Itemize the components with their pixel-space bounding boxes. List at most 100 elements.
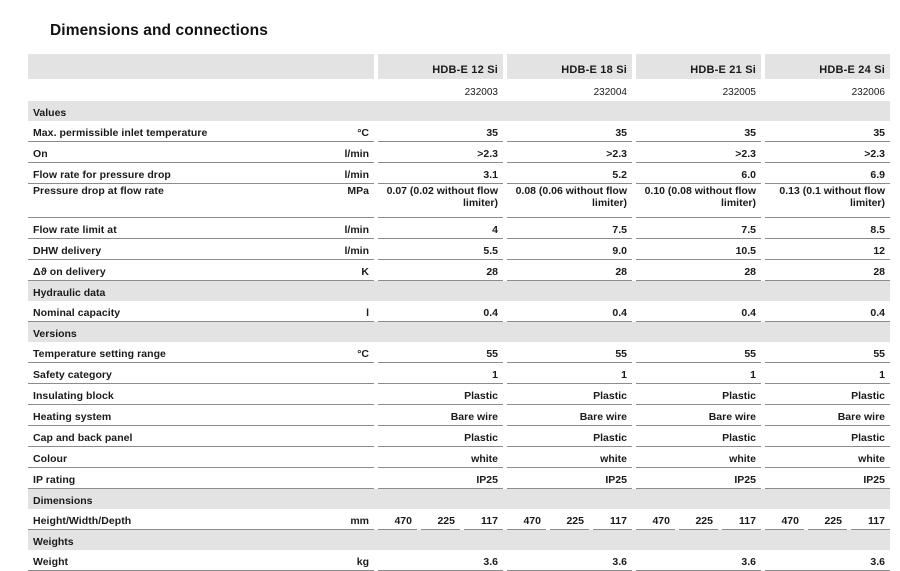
- table-header: HDB-E 12 Si HDB-E 18 Si HDB-E 21 Si HDB-…: [28, 54, 890, 101]
- value-cell-0: Bare wire: [378, 404, 503, 426]
- value-cell-2: 1: [636, 362, 761, 384]
- value-cell-0: IP25: [378, 467, 503, 489]
- row-label: Heating system: [28, 404, 328, 426]
- section-title: Values: [28, 101, 890, 121]
- value-cell-3: Bare wire: [765, 404, 890, 426]
- section-title: Dimensions: [28, 488, 890, 509]
- product-header-0: HDB-E 12 Si: [378, 54, 503, 79]
- value-cell-2: Plastic: [636, 383, 761, 405]
- value-cell-dimensions-1: 470 225 117: [507, 509, 632, 530]
- value-cell-1: 9.0: [507, 238, 632, 260]
- section-header-weights: Weights: [28, 529, 890, 550]
- row-unit: [328, 467, 374, 489]
- value-cell-2: 7.5: [636, 217, 761, 239]
- value-cell-0: 28: [378, 259, 503, 281]
- specifications-table: HDB-E 12 Si HDB-E 18 Si HDB-E 21 Si HDB-…: [28, 54, 890, 571]
- value-cell-1: 35: [507, 121, 632, 142]
- value-cell-0: 3.1: [378, 162, 503, 184]
- table-row-nominal-capacity: Nominal capacity l 0.4 0.4 0.4 0.4: [28, 301, 890, 322]
- section-header-versions: Versions: [28, 321, 890, 342]
- product-code-1: 232004: [507, 79, 632, 101]
- product-header-2: HDB-E 21 Si: [636, 54, 761, 79]
- value-cell-0: white: [378, 446, 503, 468]
- product-code-2: 232005: [636, 79, 761, 101]
- value-cell-3: 35: [765, 121, 890, 142]
- value-cell-0: 3.6: [378, 550, 503, 571]
- spec-sheet-page: Dimensions and connections HDB-E 12 Si H…: [0, 0, 900, 571]
- table-row-weight: Weight kg 3.6 3.6 3.6 3.6: [28, 550, 890, 571]
- value-cell-2: Bare wire: [636, 404, 761, 426]
- row-label: Pressure drop at flow rate: [28, 183, 328, 218]
- value-cell-0: 5.5: [378, 238, 503, 260]
- row-unit: [328, 404, 374, 426]
- value-cell-3: 55: [765, 342, 890, 363]
- page-title: Dimensions and connections: [50, 22, 268, 39]
- row-label: On: [28, 141, 328, 163]
- row-label: Max. permissible inlet temperature: [28, 121, 328, 142]
- value-cell-3: 0.4: [765, 301, 890, 322]
- value-cell-0: 55: [378, 342, 503, 363]
- value-cell-1: 0.08 (0.06 without flow limiter): [507, 183, 632, 218]
- table-row-max-permissible-inlet-temperature: Max. permissible inlet temperature °C 35 35…: [28, 121, 890, 142]
- code-label-spacer: [28, 79, 328, 101]
- row-label: Flow rate limit at: [28, 217, 328, 239]
- table-row-cap-and-back-panel: Cap and back panel Plastic Plastic Plastic P…: [28, 425, 890, 447]
- value-cell-0: 4: [378, 217, 503, 239]
- value-cell-1: 3.6: [507, 550, 632, 571]
- value-cell-3: 1: [765, 362, 890, 384]
- row-label: DHW delivery: [28, 238, 328, 260]
- value-cell-1: >2.3: [507, 141, 632, 163]
- row-label: IP rating: [28, 467, 328, 489]
- row-unit: l/min: [328, 217, 374, 239]
- row-unit: l/min: [328, 141, 374, 163]
- table-row-flow-rate-for-pressure-drop: Flow rate for pressure drop l/min 3.1 5.2 6.…: [28, 162, 890, 184]
- table-row-colour: Colour white white white white: [28, 446, 890, 468]
- value-cell-3: 3.6: [765, 550, 890, 571]
- value-cell-0: >2.3: [378, 141, 503, 163]
- value-cell-1: Plastic: [507, 383, 632, 405]
- row-label: Height/Width/Depth: [28, 509, 328, 530]
- value-cell-0: 35: [378, 121, 503, 142]
- product-code-0: 232003: [378, 79, 503, 101]
- value-cell-1: Bare wire: [507, 404, 632, 426]
- header-label-spacer: [28, 54, 328, 79]
- value-cell-1: 1: [507, 362, 632, 384]
- row-label: Weight: [28, 550, 328, 571]
- section-header-dimensions: Dimensions: [28, 488, 890, 509]
- value-cell-1: Plastic: [507, 425, 632, 447]
- table-row-dhw-delivery: DHW delivery l/min 5.5 9.0 10.5 12: [28, 238, 890, 260]
- value-cell-2: 6.0: [636, 162, 761, 184]
- value-cell-dimensions-3: 470 225 117: [765, 509, 890, 530]
- table-row-pressure-drop-at-flow-rate: Pressure drop at flow rate MPa 0.07 (0.02 …: [28, 183, 890, 218]
- table-row-temperature-setting-range: Temperature setting range °C 55 55 55 55: [28, 342, 890, 363]
- value-cell-2: white: [636, 446, 761, 468]
- value-cell-2: IP25: [636, 467, 761, 489]
- row-unit: °C: [328, 342, 374, 363]
- row-label: Flow rate for pressure drop: [28, 162, 328, 184]
- value-cell-0: Plastic: [378, 383, 503, 405]
- section-header-hydraulic-data: Hydraulic data: [28, 280, 890, 301]
- row-label: Temperature setting range: [28, 342, 328, 363]
- product-header-1: HDB-E 18 Si: [507, 54, 632, 79]
- section-header-values: Values: [28, 101, 890, 121]
- value-cell-3: white: [765, 446, 890, 468]
- value-cell-2: Plastic: [636, 425, 761, 447]
- row-unit: [328, 383, 374, 405]
- value-cell-2: 0.10 (0.08 without flow limiter): [636, 183, 761, 218]
- value-cell-2: 35: [636, 121, 761, 142]
- row-unit: l/min: [328, 238, 374, 260]
- value-cell-2: >2.3: [636, 141, 761, 163]
- row-unit: kg: [328, 550, 374, 571]
- value-cell-3: 6.9: [765, 162, 890, 184]
- value-cell-0: 1: [378, 362, 503, 384]
- row-unit: °C: [328, 121, 374, 142]
- row-unit: MPa: [328, 183, 374, 218]
- section-title: Hydraulic data: [28, 280, 890, 301]
- row-label: Cap and back panel: [28, 425, 328, 447]
- table-row-ip-rating: IP rating IP25 IP25 IP25 IP25: [28, 467, 890, 489]
- value-cell-1: 28: [507, 259, 632, 281]
- value-cell-3: 28: [765, 259, 890, 281]
- value-cell-2: 3.6: [636, 550, 761, 571]
- section-title: Weights: [28, 529, 890, 550]
- table-row-flow-rate-limit-at: Flow rate limit at l/min 4 7.5 7.5 8.5: [28, 217, 890, 239]
